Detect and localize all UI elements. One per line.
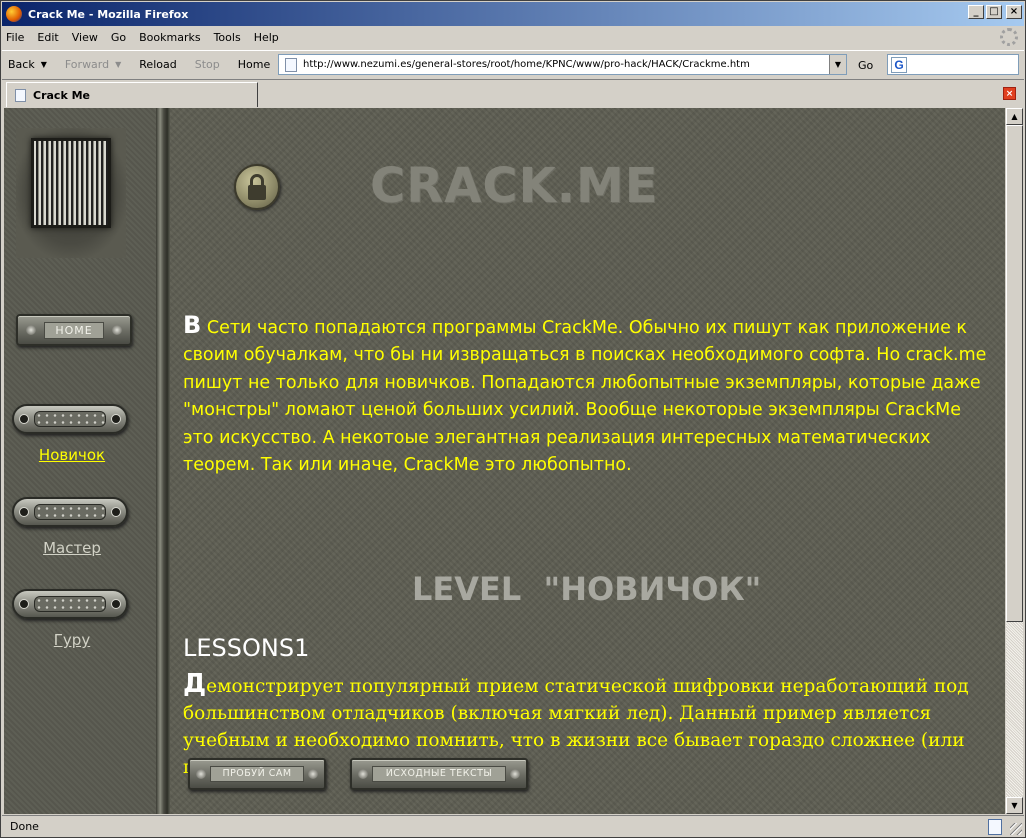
- sidebar: HOME Новичок Мастер Гуру: [4, 108, 156, 814]
- menu-view[interactable]: View: [72, 31, 98, 44]
- menu-file[interactable]: File: [6, 31, 24, 44]
- page-content: HOME Новичок Мастер Гуру CRACK.ME В Сети…: [4, 108, 1005, 814]
- status-text: Done: [10, 820, 39, 833]
- document-icon: [15, 88, 26, 102]
- throbber-icon: [1000, 28, 1018, 46]
- menu-help[interactable]: Help: [254, 31, 279, 44]
- lesson-title: LESSONS1: [183, 634, 310, 662]
- intro-dropcap: В: [183, 311, 202, 339]
- tab-title: Crack Me: [33, 88, 90, 102]
- reload-button[interactable]: Reload: [139, 58, 176, 71]
- connector-hole: [19, 599, 29, 609]
- connector-icon-master[interactable]: [12, 497, 128, 527]
- connector-hole: [111, 414, 121, 424]
- forward-label: Forward: [64, 58, 110, 71]
- scroll-thumb[interactable]: [1006, 125, 1023, 622]
- search-box[interactable]: G: [887, 54, 1019, 75]
- menu-edit[interactable]: Edit: [37, 31, 58, 44]
- address-dropdown-icon[interactable]: ▼: [829, 55, 846, 74]
- connector-hole: [111, 507, 121, 517]
- home-button-label: HOME: [44, 321, 104, 339]
- screw-icon: [358, 769, 368, 779]
- page-title: CRACK.ME: [370, 158, 659, 214]
- intro-paragraph: В Сети часто попадаются программы CrackM…: [183, 311, 993, 479]
- menu-bar: File Edit View Go Bookmarks Tools Help: [2, 27, 1024, 47]
- lock-body: [248, 185, 266, 200]
- window-title: Crack Me - Mozilla Firefox: [28, 7, 189, 21]
- lock-icon: [234, 164, 280, 210]
- sidebar-link-master[interactable]: Мастер: [12, 539, 132, 557]
- home-button[interactable]: HOME: [16, 314, 132, 346]
- vertical-scrollbar[interactable]: ▲ ▼: [1006, 108, 1023, 814]
- column-divider: [156, 108, 170, 814]
- screw-icon: [510, 769, 520, 779]
- forward-dropdown-icon[interactable]: ▼: [115, 60, 121, 69]
- tab-crack-me[interactable]: Crack Me: [6, 82, 258, 107]
- intro-text: Сети часто попадаются программы CrackMe.…: [183, 318, 987, 476]
- stop-button[interactable]: Stop: [195, 58, 220, 71]
- maximize-button[interactable]: □: [986, 5, 1002, 19]
- page-info-icon[interactable]: [988, 819, 1002, 835]
- sidebar-link-guru[interactable]: Гуру: [12, 631, 132, 649]
- minimize-button[interactable]: _: [968, 5, 984, 19]
- try-yourself-button[interactable]: ПРОБУЙ САМ: [188, 758, 326, 790]
- connector-hole: [111, 599, 121, 609]
- back-dropdown-icon[interactable]: ▼: [41, 60, 47, 69]
- go-button[interactable]: Go: [858, 59, 873, 72]
- title-bar: Crack Me - Mozilla Firefox _ □ ×: [2, 2, 1024, 26]
- url-text[interactable]: http://www.nezumi.es/general-stores/root…: [303, 59, 750, 70]
- site-logo: [16, 128, 126, 258]
- lesson-dropcap: Д: [183, 669, 207, 699]
- back-button[interactable]: Back ▼: [8, 58, 47, 71]
- home-toolbar-button[interactable]: Home: [238, 58, 270, 71]
- forward-button[interactable]: Forward ▼: [65, 58, 121, 71]
- connector-icon-novice[interactable]: [12, 404, 128, 434]
- close-window-button[interactable]: ×: [1006, 5, 1022, 19]
- menu-bookmarks[interactable]: Bookmarks: [139, 31, 200, 44]
- try-yourself-label: ПРОБУЙ САМ: [210, 766, 304, 782]
- connector-pins: [34, 504, 106, 520]
- sidebar-link-novice[interactable]: Новичок: [12, 446, 132, 464]
- menu-tools[interactable]: Tools: [214, 31, 241, 44]
- google-search-icon[interactable]: G: [891, 56, 907, 73]
- screw-icon: [26, 325, 36, 335]
- tab-bar: Crack Me ×: [2, 79, 1024, 107]
- source-code-label: ИСХОДНЫЕ ТЕКСТЫ: [372, 766, 506, 782]
- navigation-toolbar: Back ▼ Forward ▼ Reload Stop Home http:/…: [2, 50, 1024, 78]
- connector-pins: [34, 411, 106, 427]
- screw-icon: [112, 325, 122, 335]
- close-tab-icon[interactable]: ×: [1003, 87, 1016, 100]
- firefox-icon: [6, 6, 22, 22]
- window-controls: _ □ ×: [968, 5, 1022, 19]
- connector-hole: [19, 414, 29, 424]
- logo-image: [31, 138, 111, 228]
- connector-pins: [34, 596, 106, 612]
- back-label: Back: [8, 58, 35, 71]
- connector-hole: [19, 507, 29, 517]
- page-icon: [285, 57, 297, 72]
- scroll-down-icon[interactable]: ▼: [1006, 797, 1023, 814]
- browser-window: Crack Me - Mozilla Firefox _ □ × File Ed…: [0, 0, 1026, 838]
- menu-go[interactable]: Go: [111, 31, 126, 44]
- level-heading: LEVEL "НОВИЧОК": [412, 570, 762, 608]
- status-bar: Done: [2, 815, 1024, 837]
- resize-grip[interactable]: [1010, 823, 1022, 835]
- connector-icon-guru[interactable]: [12, 589, 128, 619]
- screw-icon: [308, 769, 318, 779]
- screw-icon: [196, 769, 206, 779]
- scroll-up-icon[interactable]: ▲: [1006, 108, 1023, 125]
- address-bar[interactable]: http://www.nezumi.es/general-stores/root…: [278, 54, 847, 75]
- source-code-button[interactable]: ИСХОДНЫЕ ТЕКСТЫ: [350, 758, 528, 790]
